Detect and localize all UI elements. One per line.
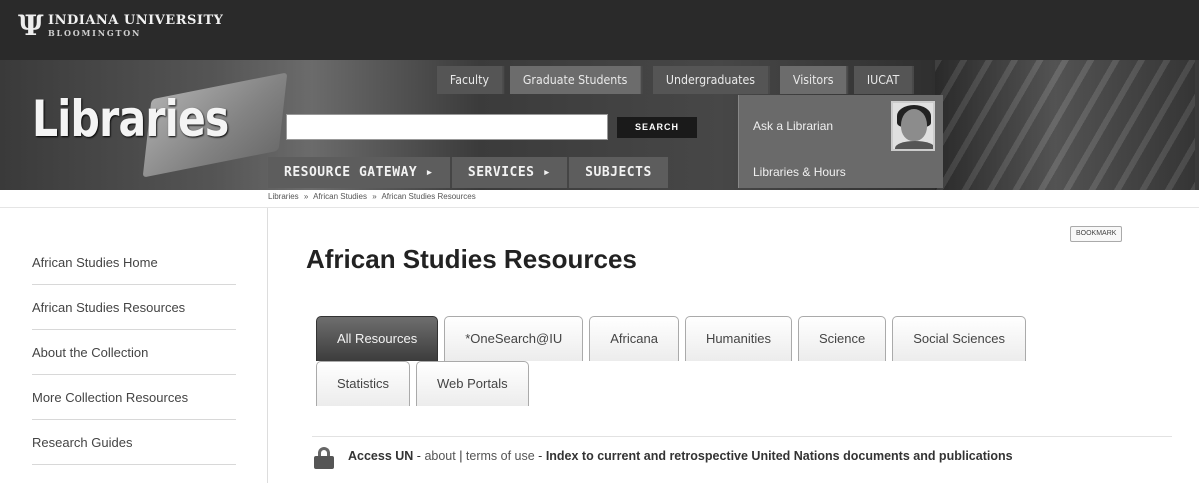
lock-icon <box>314 447 334 469</box>
resource-entry: Access UN - about | terms of use - Index… <box>348 447 1068 465</box>
breadcrumb-libraries[interactable]: Libraries <box>268 192 299 201</box>
resource-tabs-row2: Statistics Web Portals <box>316 361 529 406</box>
libraries-hours-link[interactable]: Libraries & Hours <box>738 157 943 188</box>
tab-onesearch[interactable]: *OneSearch@IU <box>444 316 584 361</box>
university-name: INDIANA UNIVERSITY <box>48 13 224 28</box>
top-bar: Ψ INDIANA UNIVERSITY BLOOMINGTON <box>0 0 1199 60</box>
nav-graduate-students[interactable]: Graduate Students <box>509 66 642 94</box>
campus-name: BLOOMINGTON <box>48 28 142 38</box>
resource-name-link[interactable]: Access UN <box>348 449 413 463</box>
resource-separator: - <box>534 449 546 463</box>
breadcrumb: Libraries » African Studies » African St… <box>268 192 479 201</box>
tab-web-portals[interactable]: Web Portals <box>416 361 529 406</box>
bookmark-button[interactable]: BOOKMARK <box>1070 226 1123 242</box>
librarian-face <box>901 109 927 141</box>
iu-wordmark: INDIANA UNIVERSITY BLOOMINGTON <box>48 13 224 39</box>
divider <box>312 436 1172 437</box>
site-title[interactable]: Libraries <box>32 90 229 148</box>
sidebar-item-african-studies-resources[interactable]: African Studies Resources <box>32 285 236 330</box>
librarian-photo[interactable] <box>891 101 935 151</box>
search-button[interactable]: SEARCH <box>617 117 697 138</box>
breadcrumb-separator: » <box>372 192 377 201</box>
nav-subjects[interactable]: SUBJECTS <box>569 157 670 188</box>
nav-iucat[interactable]: IUCAT <box>854 66 915 94</box>
nav-resource-gateway[interactable]: RESOURCE GATEWAY ▸ <box>268 157 452 188</box>
audience-nav: Faculty Graduate Students Undergraduates… <box>437 66 919 94</box>
nav-faculty[interactable]: Faculty <box>437 66 504 94</box>
tab-social-sciences[interactable]: Social Sciences <box>892 316 1026 361</box>
search-input[interactable] <box>286 114 608 140</box>
tab-africana[interactable]: Africana <box>589 316 679 361</box>
librarian-body <box>895 141 933 149</box>
tab-all-resources[interactable]: All Resources <box>316 316 439 361</box>
lock-body <box>314 456 334 469</box>
sidebar-item-more-collection-resources[interactable]: More Collection Resources <box>32 375 236 420</box>
shelf-image <box>935 60 1195 190</box>
resource-tabs: All Resources *OneSearch@IU Africana Hum… <box>316 316 1026 361</box>
iu-logo[interactable]: Ψ INDIANA UNIVERSITY BLOOMINGTON <box>18 12 223 40</box>
ask-librarian-panel[interactable]: Ask a Librarian <box>738 95 943 157</box>
tab-science[interactable]: Science <box>797 316 887 361</box>
divider <box>0 207 1199 208</box>
tab-statistics[interactable]: Statistics <box>316 361 411 406</box>
trident-icon: Ψ <box>18 9 44 42</box>
breadcrumb-separator: » <box>303 192 309 201</box>
breadcrumb-current: African Studies Resources <box>381 192 476 201</box>
ask-librarian-link[interactable]: Ask a Librarian <box>753 119 833 133</box>
sidebar: African Studies Home African Studies Res… <box>32 240 236 465</box>
resource-separator: | <box>455 449 466 463</box>
sidebar-item-research-guides[interactable]: Research Guides <box>32 420 236 465</box>
nav-visitors[interactable]: Visitors <box>780 66 849 94</box>
sidebar-item-about-collection[interactable]: About the Collection <box>32 330 236 375</box>
resource-terms-link[interactable]: terms of use <box>466 449 535 463</box>
nav-services[interactable]: SERVICES ▸ <box>451 157 570 188</box>
main-nav: RESOURCE GATEWAY ▸ SERVICES ▸ SUBJECTS <box>268 157 670 188</box>
page-title: African Studies Resources <box>306 244 637 274</box>
resource-about-link[interactable]: about <box>424 449 455 463</box>
tab-humanities[interactable]: Humanities <box>684 316 792 361</box>
breadcrumb-african-studies[interactable]: African Studies <box>313 192 367 201</box>
resource-separator: - <box>413 449 425 463</box>
sidebar-divider <box>267 208 268 483</box>
nav-undergraduates[interactable]: Undergraduates <box>653 66 770 94</box>
sidebar-item-african-studies-home[interactable]: African Studies Home <box>32 240 236 285</box>
resource-description: Index to current and retrospective Unite… <box>545 449 1013 463</box>
